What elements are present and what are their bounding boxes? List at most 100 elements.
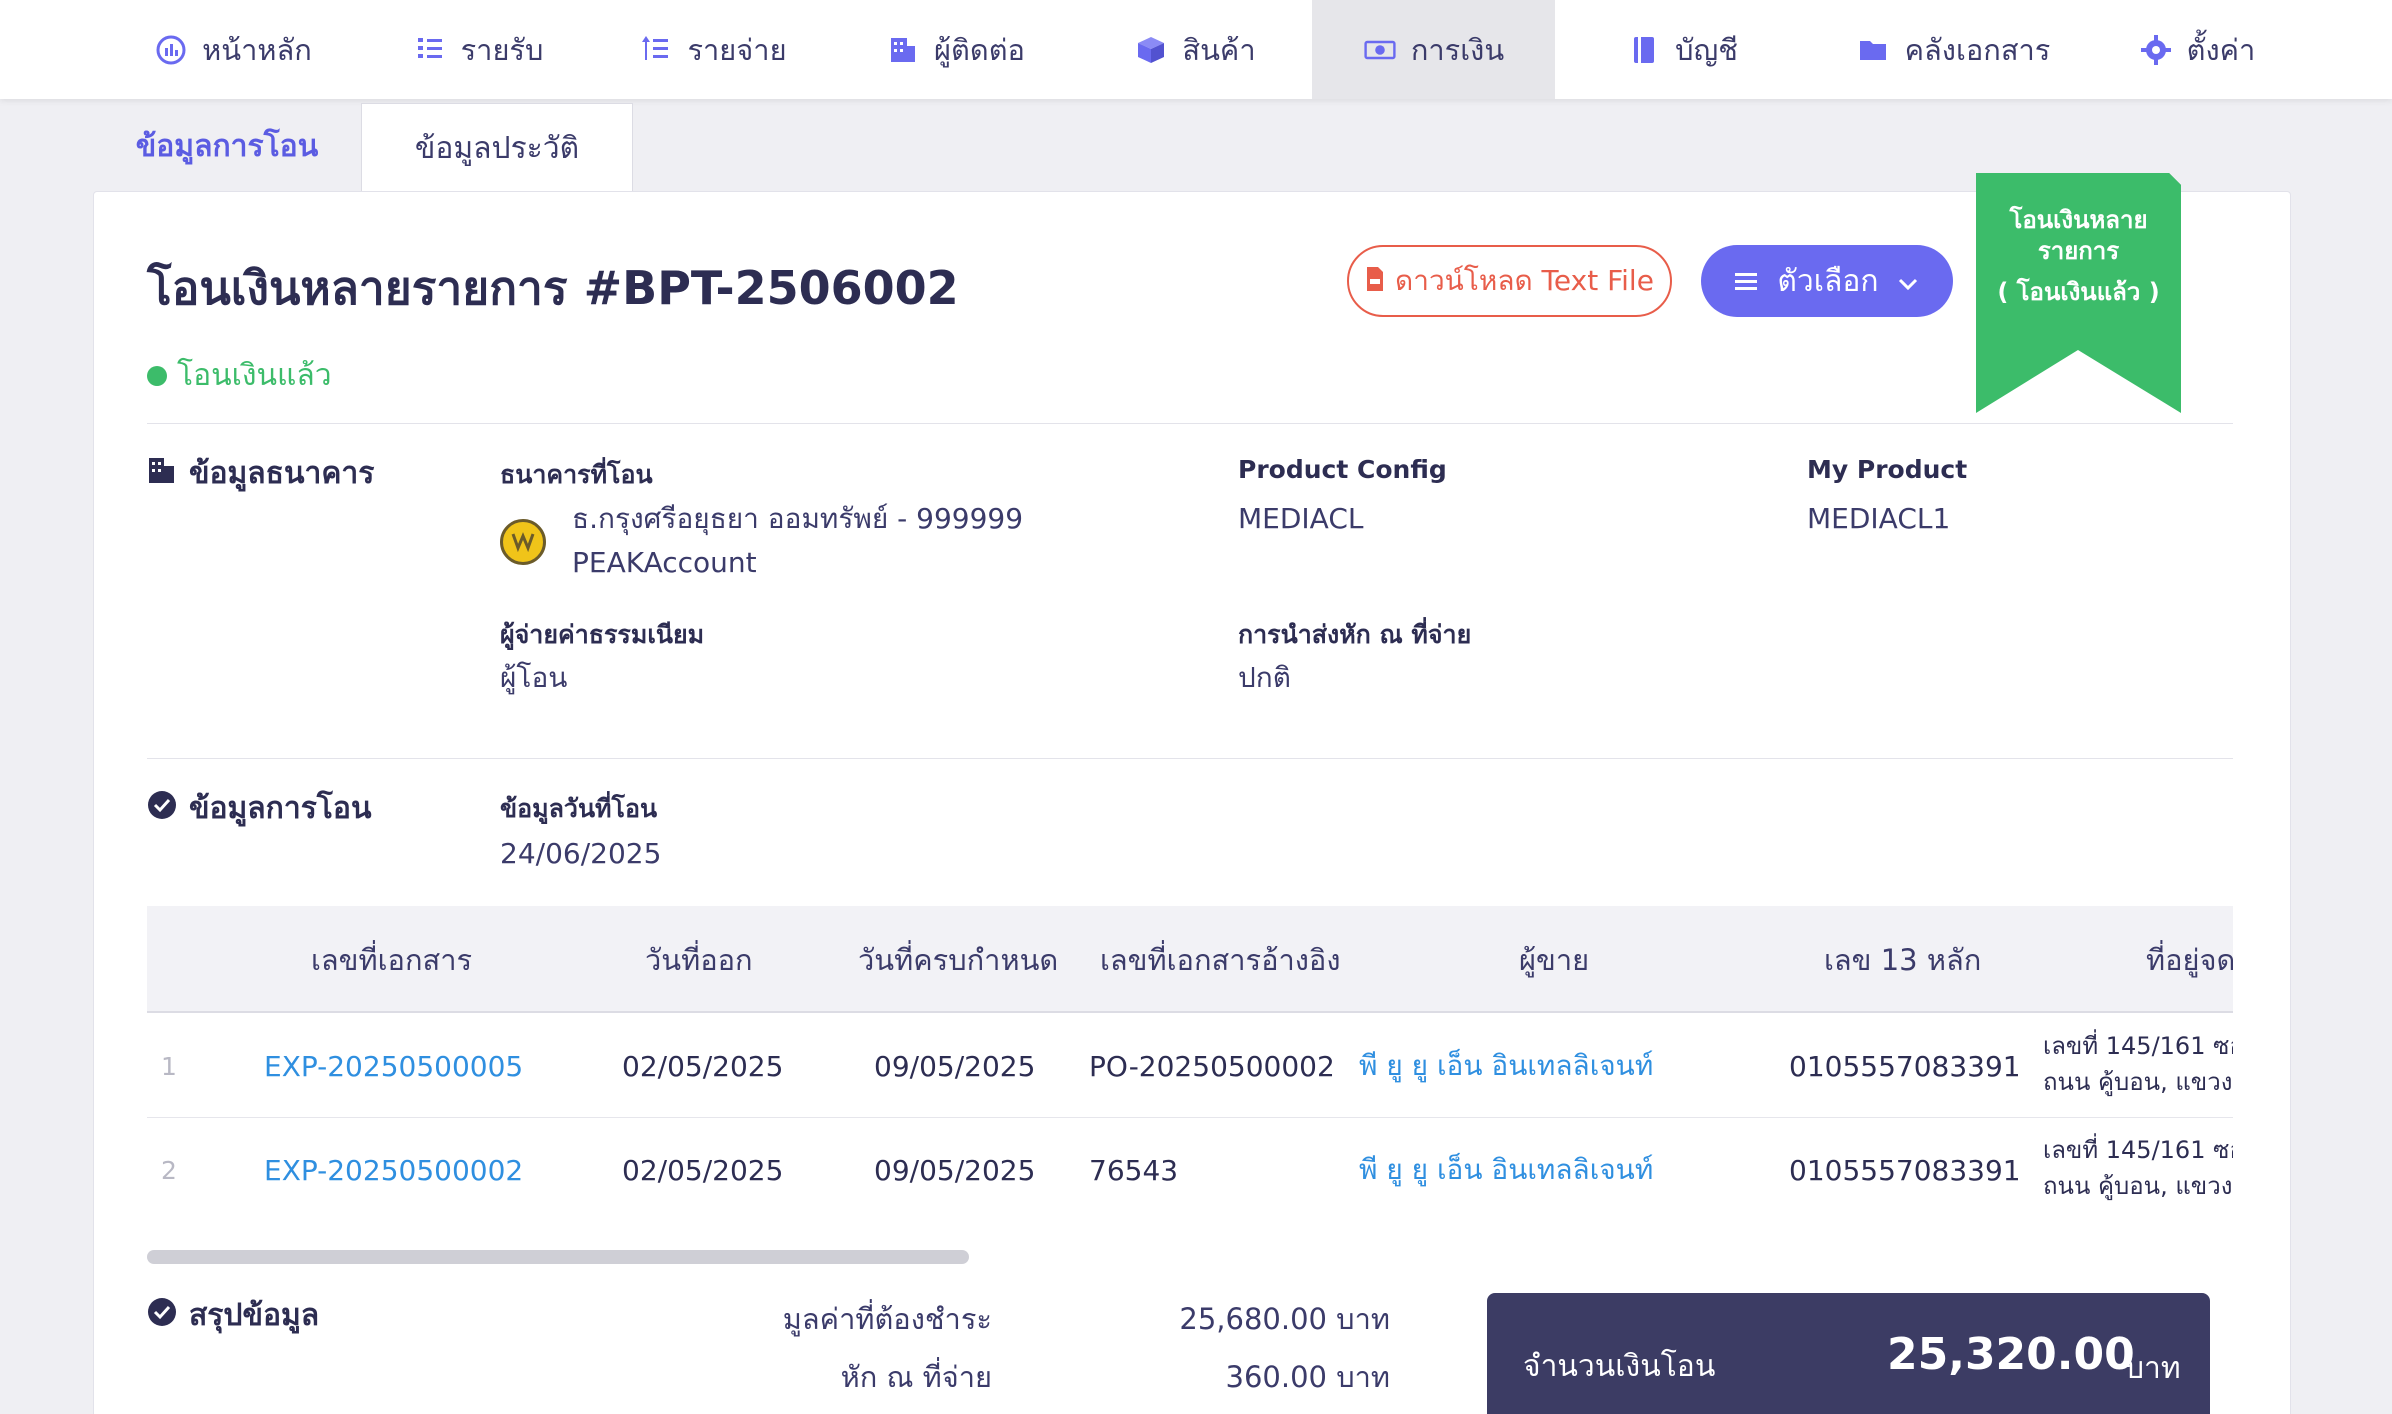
table-row: 2 EXP-20250500002 02/05/2025 09/05/2025 …: [147, 1118, 2233, 1221]
nav-item-income[interactable]: รายรับ: [363, 0, 593, 99]
table-horizontal-scrollbar[interactable]: [147, 1250, 969, 1264]
column-header-tax-id[interactable]: เลข 13 หลัก: [1824, 906, 1981, 1013]
nav-label: ผู้ติดต่อ: [934, 32, 1025, 67]
transfer-items-table: เลขที่เอกสาร วันที่ออก วันที่ครบกำหนด เล…: [147, 906, 2233, 1221]
chevron-down-icon: [1897, 264, 1919, 299]
fee-payer-value: ผู้โอน: [500, 661, 568, 694]
my-product-value: MEDIACL1: [1807, 502, 1951, 535]
expense-icon: [639, 33, 673, 67]
row-number: 1: [161, 1051, 177, 1081]
reference-no: PO-20250500002: [1089, 1049, 1335, 1083]
nav-item-contacts[interactable]: ผู้ติดต่อ: [833, 0, 1078, 99]
reference-no: 76543: [1089, 1153, 1179, 1187]
amount-due-value: 25,680.00 บาท: [1179, 1302, 1390, 1336]
dashboard-icon: [154, 33, 188, 67]
transfer-section-heading: ข้อมูลการโอน: [147, 785, 371, 832]
gear-icon: [2139, 33, 2173, 67]
nav-item-products[interactable]: สินค้า: [1078, 0, 1312, 99]
column-header-reference[interactable]: เลขที่เอกสารอ้างอิง: [1100, 906, 1341, 1013]
nav-label: สินค้า: [1182, 32, 1256, 67]
total-transfer-unit: บาท: [2125, 1351, 2181, 1386]
issue-date: 02/05/2025: [622, 1153, 784, 1187]
folder-icon: [1857, 33, 1891, 67]
page-title: โอนเงินหลายรายการ #BPT-2506002: [147, 261, 959, 315]
nav-label: คลังเอกสาร: [1904, 32, 2051, 67]
address: เลขที่ 145/161 ซอย ถนน คู้บอน, แขวงท่: [2043, 1118, 2233, 1221]
tax-id: 0105557083391: [1789, 1049, 2021, 1083]
contacts-icon: [886, 33, 920, 67]
amount-due-label: มูลค่าที่ต้องชำระ: [782, 1302, 992, 1336]
address: เลขที่ 145/161 ซอย ถนน คู้บอน, แขวงท่: [2043, 1014, 2233, 1118]
ribbon-status: ( โอนเงินแล้ว ): [1997, 278, 2160, 306]
row-number: 2: [161, 1155, 177, 1185]
vendor-link[interactable]: พี ยู ยู เอ็น อินเทลลิเจนท์: [1359, 1014, 1653, 1118]
menu-icon: [1735, 264, 1759, 299]
withholding-tax-label: หัก ณ ที่จ่าย: [840, 1360, 992, 1394]
nav-label: บัญชี: [1675, 32, 1738, 67]
product-box-icon: [1134, 33, 1168, 67]
nav-label: ตั้งค่า: [2186, 32, 2256, 67]
doc-no-link[interactable]: EXP-20250500002: [264, 1118, 523, 1221]
product-config-value: MEDIACL: [1238, 502, 1364, 535]
withholding-tax-value: 360.00 บาท: [1225, 1360, 1391, 1394]
divider: [147, 423, 2233, 424]
check-circle-icon: [147, 1297, 177, 1335]
summary-section-heading: สรุปข้อมูล: [147, 1292, 319, 1339]
address-line2: ถนน คู้บอน, แขวงท่: [2043, 1068, 2233, 1096]
due-date: 09/05/2025: [874, 1153, 1036, 1187]
options-label: ตัวเลือก: [1777, 263, 1879, 299]
ledger-icon: [1627, 33, 1661, 67]
withholding-value: ปกติ: [1238, 661, 1291, 694]
nav-item-expense[interactable]: รายจ่าย: [593, 0, 833, 99]
due-date: 09/05/2025: [874, 1049, 1036, 1083]
my-product-label: My Product: [1807, 455, 1968, 484]
transfer-bank-value: ธ.กรุงศรีอยุธยา ออมทรัพย์ - 999999: [572, 502, 1024, 535]
status-badge: โอนเงินแล้ว: [147, 352, 332, 399]
issue-date: 02/05/2025: [622, 1049, 784, 1083]
summary-section-title: สรุปข้อมูล: [189, 1298, 320, 1333]
nav-item-finance[interactable]: การเงิน: [1312, 0, 1555, 99]
divider: [147, 758, 2233, 759]
nav-item-dashboard[interactable]: หน้าหลัก: [103, 0, 363, 99]
total-transfer-amount: 25,320.00: [1887, 1329, 2135, 1380]
status-dot-icon: [147, 365, 167, 386]
table-row: 1 EXP-20250500005 02/05/2025 09/05/2025 …: [147, 1014, 2233, 1118]
transfer-bank-label: ธนาคารที่โอน: [500, 460, 653, 489]
column-header-address[interactable]: ที่อยู่จด: [2146, 906, 2233, 1013]
doc-no-link[interactable]: EXP-20250500005: [264, 1014, 523, 1118]
transfer-section-title: ข้อมูลการโอน: [189, 791, 372, 826]
withholding-label: การนำส่งหัก ณ ที่จ่าย: [1238, 620, 1472, 649]
krungsri-bank-logo: [500, 519, 546, 565]
nav-item-documents[interactable]: คลังเอกสาร: [1810, 0, 2097, 99]
check-circle-icon: [147, 790, 177, 828]
ribbon-text: โอนเงินหลาย รายการ ( โอนเงินแล้ว ): [1976, 205, 2181, 308]
column-header-vendor[interactable]: ผู้ขาย: [1519, 906, 1589, 1013]
nav-label: รายรับ: [460, 32, 544, 67]
address-line1: เลขที่ 145/161 ซอย: [2043, 1032, 2233, 1060]
building-icon: [147, 455, 177, 493]
money-icon: [1363, 33, 1397, 67]
ribbon-line1: โอนเงินหลาย: [2009, 206, 2148, 234]
table-header: เลขที่เอกสาร วันที่ออก วันที่ครบกำหนด เล…: [147, 906, 2233, 1013]
transfer-date-value: 24/06/2025: [500, 837, 662, 870]
nav-label: รายจ่าย: [687, 32, 787, 67]
nav-item-accounts[interactable]: บัญชี: [1555, 0, 1810, 99]
column-header-doc-no[interactable]: เลขที่เอกสาร: [311, 906, 472, 1013]
top-navigation: หน้าหลัก รายรับ รายจ่าย ผู้ติดต่อ สินค้า…: [0, 0, 2392, 99]
nav-label: หน้าหลัก: [202, 32, 312, 67]
tax-id: 0105557083391: [1789, 1153, 2021, 1187]
ribbon-line2: รายการ: [2037, 237, 2120, 265]
tab-history[interactable]: ข้อมูลประวัติ: [361, 103, 633, 193]
nav-item-settings[interactable]: ตั้งค่า: [2097, 0, 2297, 99]
income-icon: [413, 33, 447, 67]
column-header-issue-date[interactable]: วันที่ออก: [645, 906, 753, 1013]
status-text: โอนเงินแล้ว: [177, 358, 332, 393]
vendor-link[interactable]: พี ยู ยู เอ็น อินเทลลิเจนท์: [1359, 1118, 1653, 1221]
bank-section-heading: ข้อมูลธนาคาร: [147, 450, 374, 497]
transfer-date-label: ข้อมูลวันที่โอน: [500, 794, 658, 823]
tab-transfer-info[interactable]: ข้อมูลการโอน: [93, 100, 361, 192]
options-dropdown-button[interactable]: ตัวเลือก: [1701, 245, 1953, 317]
download-text-file-button[interactable]: ดาวน์โหลด Text File: [1347, 245, 1672, 317]
address-line2: ถนน คู้บอน, แขวงท่: [2043, 1172, 2233, 1200]
column-header-due-date[interactable]: วันที่ครบกำหนด: [858, 906, 1058, 1013]
